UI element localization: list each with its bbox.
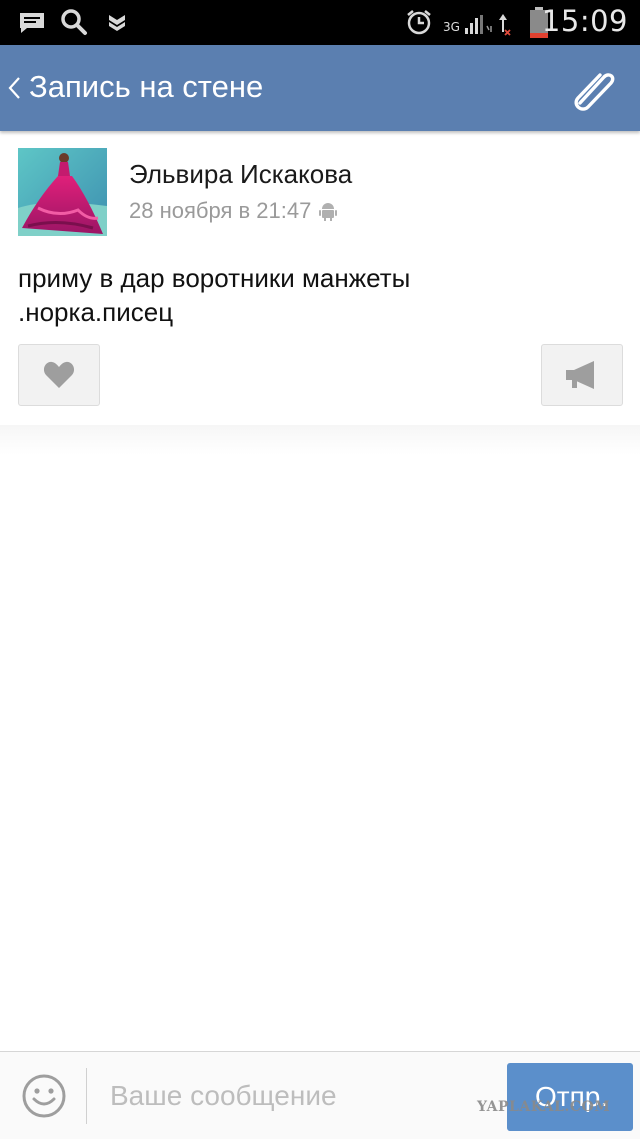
- vk-notification-icon: [109, 15, 125, 31]
- android-icon: [319, 203, 338, 221]
- post-text-line: .норка.писец: [18, 297, 174, 327]
- message-icon: [20, 13, 44, 33]
- app-header: Запись на стене: [0, 45, 640, 131]
- status-bar: 3G 15:09: [0, 0, 640, 45]
- post-text-line: приму в дар воротники манжеты: [18, 263, 411, 293]
- back-chevron-icon[interactable]: [7, 76, 21, 100]
- share-button[interactable]: [541, 344, 623, 406]
- watermark: YAPLAKAL.COM: [477, 1099, 611, 1115]
- post-text: приму в дар воротники манжеты .норка.пис…: [18, 261, 618, 329]
- post-divider: [0, 425, 640, 455]
- megaphone-icon: [566, 361, 594, 389]
- author-name[interactable]: Эльвира Искакова: [129, 159, 352, 190]
- message-composer: Отпр.: [0, 1051, 640, 1139]
- like-button[interactable]: [18, 344, 100, 406]
- clock: 15:09: [541, 4, 628, 38]
- avatar[interactable]: [18, 148, 107, 236]
- composer-separator: [86, 1068, 87, 1124]
- signal-icon: [465, 14, 511, 36]
- post-date: 28 ноября в 21:47: [129, 198, 312, 223]
- post-meta: 28 ноября в 21:47: [129, 198, 338, 224]
- page-title[interactable]: Запись на стене: [29, 69, 263, 105]
- smile-icon[interactable]: [22, 1074, 66, 1118]
- search-icon: [61, 9, 87, 35]
- send-button[interactable]: Отпр.: [507, 1063, 633, 1131]
- heart-icon: [43, 361, 75, 388]
- network-type-label: 3G: [443, 20, 460, 34]
- paperclip-icon[interactable]: [566, 63, 620, 113]
- alarm-icon: [407, 10, 431, 35]
- message-input[interactable]: [98, 1070, 512, 1122]
